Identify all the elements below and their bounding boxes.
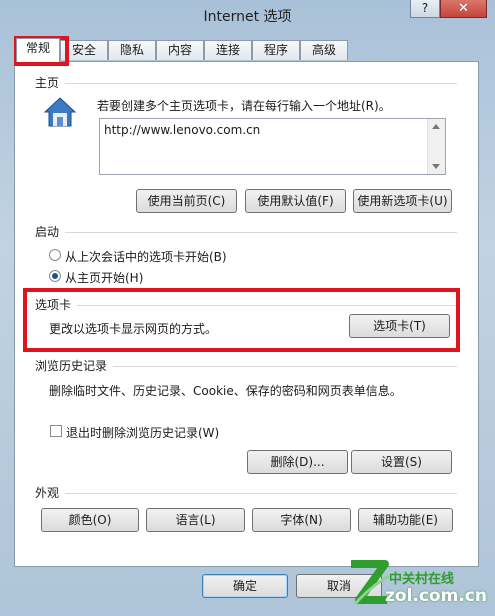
use-current-button[interactable]: 使用当前页(C) [136, 189, 237, 213]
help-button[interactable]: ? [410, 0, 440, 18]
highlight-tabs-section [23, 288, 460, 352]
divider [65, 232, 457, 233]
languages-button[interactable]: 语言(L) [146, 508, 245, 532]
startup-homepage-label: 从主页开始(H) [65, 271, 144, 285]
homepage-url-field[interactable]: http://www.lenovo.com.cn [99, 118, 446, 175]
watermark-text-en: zol.com.cn [385, 586, 487, 606]
delete-history-button[interactable]: 删除(D)... [247, 450, 348, 474]
title-bar[interactable]: Internet 选项 ? ✕ [0, 0, 495, 30]
ok-button[interactable]: 确定 [202, 574, 288, 598]
divider [65, 83, 457, 84]
accessibility-button[interactable]: 辅助功能(E) [358, 508, 453, 532]
tab-content[interactable]: 内容 [156, 40, 204, 60]
homepage-url-value: http://www.lenovo.com.cn [104, 123, 261, 137]
close-button[interactable]: ✕ [440, 0, 487, 18]
watermark: 中关村在线 zol.com.cn [345, 556, 495, 616]
fonts-button[interactable]: 字体(N) [252, 508, 351, 532]
divider [65, 493, 457, 494]
tab-strip: 常规 安全 隐私 内容 连接 程序 高级 [14, 38, 484, 62]
history-heading: 浏览历史记录 [35, 359, 108, 373]
startup-heading: 启动 [35, 225, 60, 239]
tab-general[interactable]: 常规 [16, 38, 60, 62]
use-default-button[interactable]: 使用默认值(F) [245, 189, 346, 213]
history-settings-button[interactable]: 设置(S) [351, 450, 452, 474]
startup-homepage-radio[interactable] [49, 270, 61, 282]
colors-button[interactable]: 颜色(O) [41, 508, 139, 532]
scroll-down-icon[interactable] [432, 164, 440, 169]
delete-history-on-exit-label: 退出时删除浏览历史记录(W) [66, 426, 220, 440]
scroll-up-icon[interactable] [432, 124, 440, 129]
home-icon [43, 97, 77, 127]
tab-connections[interactable]: 连接 [204, 40, 252, 60]
divider [113, 366, 457, 367]
appearance-heading: 外观 [35, 486, 60, 500]
startup-last-session-radio[interactable] [49, 249, 61, 261]
use-new-tab-button[interactable]: 使用新选项卡(U) [353, 189, 452, 213]
tab-programs[interactable]: 程序 [252, 40, 300, 60]
scrollbar[interactable] [427, 119, 445, 174]
history-description: 删除临时文件、历史记录、Cookie、保存的密码和网页表单信息。 [49, 384, 402, 398]
homepage-heading: 主页 [35, 76, 60, 90]
tab-advanced[interactable]: 高级 [300, 40, 348, 60]
startup-last-session-label: 从上次会话中的选项卡开始(B) [65, 250, 227, 264]
homepage-description: 若要创建多个主页选项卡，请在每行输入一个地址(R)。 [97, 99, 391, 113]
tab-privacy[interactable]: 隐私 [108, 40, 156, 60]
delete-history-on-exit-checkbox[interactable] [50, 425, 62, 437]
watermark-text-cn: 中关村在线 [389, 572, 455, 587]
